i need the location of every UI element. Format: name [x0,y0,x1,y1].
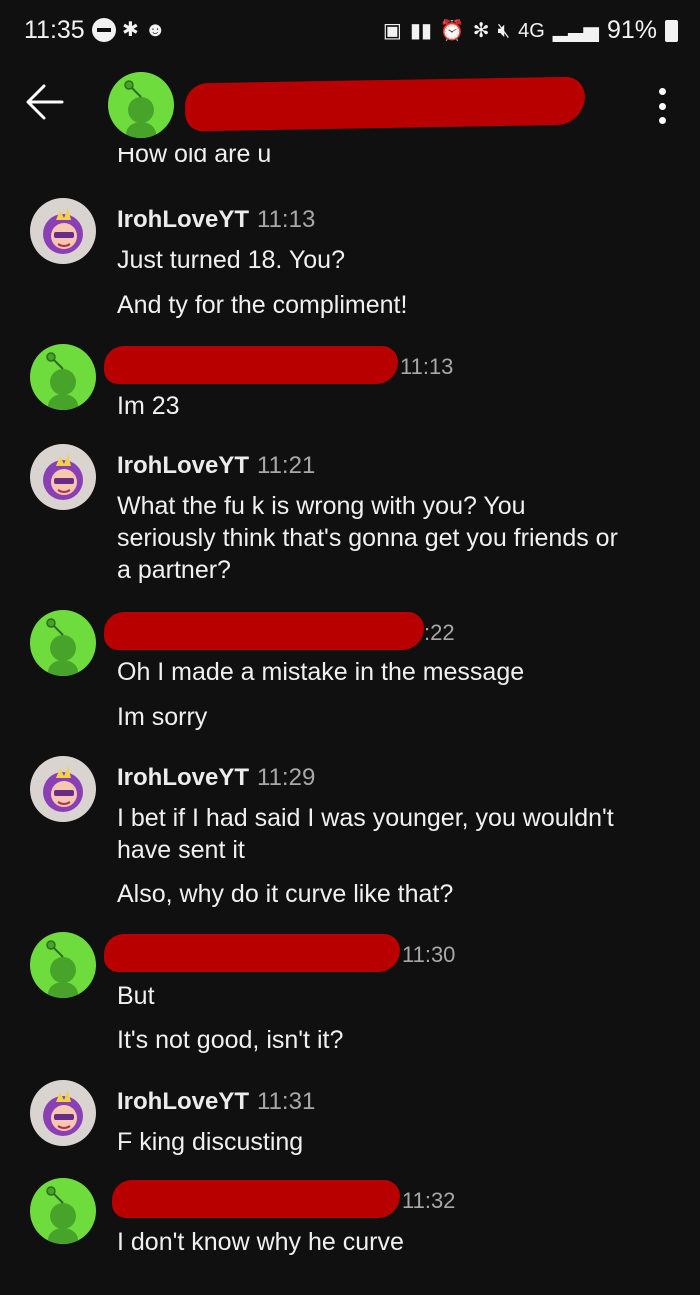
message-time: 11:21 [257,452,316,479]
more-menu-button[interactable] [656,88,668,124]
snoo-avatar-icon [46,618,78,676]
message-time: :22 [424,620,455,645]
irohloveyt-avatar[interactable] [30,444,96,510]
message-text: What the fu k is wrong with you? You [117,492,526,520]
redacted-user-avatar[interactable] [30,344,96,410]
do-not-disturb-icon [92,18,116,42]
message-meta: IrohLoveYT 11:31 [117,1088,315,1116]
redacted-username [104,934,400,972]
status-time: 11:35 [24,16,85,44]
message-text: It's not good, isn't it? [117,1026,344,1054]
chat-header [0,62,700,148]
redacted-user-avatar[interactable] [30,610,96,676]
message-time: 11:13 [400,354,454,379]
message-text: But [117,982,155,1010]
message-time: 11:32 [402,1188,456,1213]
message-text: I bet if I had said I was younger, you w… [117,804,614,832]
message-time: 11:13 [257,206,316,233]
message-text: have sent it [117,836,245,864]
notification-icons: ✱ ☻ [92,18,166,42]
message-time: 11:30 [402,942,456,967]
battery-icon [665,19,678,42]
sim-icon: ▣ [382,19,402,42]
anime-avatar-icon [43,208,83,254]
irohloveyt-avatar[interactable] [30,1080,96,1146]
message-time: 11:29 [257,764,316,791]
system-icons: ▣ ▮▮ ⏰ ✻ 🔇︎ 4G ▂▃▅ 91% [383,16,678,45]
snoo-avatar-icon [46,1186,78,1244]
snoo-avatar-icon [46,940,78,998]
sender-name[interactable]: IrohLoveYT [117,764,249,791]
book-icon: ▮▮ [409,19,432,42]
contact-avatar[interactable] [108,72,174,138]
snoo-avatar-icon [124,80,156,138]
message-list: How old are u IrohLoveYT 11:13 Just turne… [0,148,700,1295]
anime-avatar-icon [43,766,83,812]
message-text: Also, why do it curve like that? [117,880,454,908]
bluetooth-icon: ✻ [472,19,490,42]
message-text: F king discusting [117,1128,304,1156]
message-text: Im 23 [117,392,180,420]
message-text: Oh I made a mistake in the message [117,658,525,686]
message-text: Im sorry [117,703,208,731]
message-meta: IrohLoveYT 11:21 [117,452,315,480]
status-bar: 11:35 ✱ ☻ ▣ ▮▮ ⏰ ✻ 🔇︎ 4G ▂▃▅ 91% [0,0,700,62]
sender-name[interactable]: IrohLoveYT [117,206,249,233]
message-text: Just turned 18. You? [117,246,345,274]
redacted-username [112,1180,400,1218]
irohloveyt-avatar[interactable] [30,756,96,822]
message-meta: IrohLoveYT 11:13 [117,206,315,234]
sender-name[interactable]: IrohLoveYT [117,1088,249,1115]
alarm-icon: ⏰ [439,19,465,42]
redacted-username [104,612,424,650]
network-type: 4G [518,19,545,42]
reddit-notification-icon: ☻ [144,19,166,41]
more-vertical-icon [658,88,666,95]
message-text: a partner? [117,556,231,584]
arrow-left-icon [26,84,64,120]
back-button[interactable] [24,80,68,124]
message-text: seriously think that's gonna get you fri… [117,524,618,552]
sender-name[interactable]: IrohLoveYT [117,452,249,479]
message-text: And ty for the compliment! [117,291,408,319]
redacted-username [104,346,398,384]
signal-icon: ▂▃▅ [552,19,599,42]
redacted-user-avatar[interactable] [30,932,96,998]
message-time: 11:31 [257,1088,316,1115]
mute-icon: 🔇︎ [497,19,511,42]
redacted-username [184,76,586,132]
anime-avatar-icon [43,454,83,500]
anime-avatar-icon [43,1090,83,1136]
notification-app-icon: ✱ [122,19,139,41]
redacted-user-avatar[interactable] [30,1178,96,1244]
snoo-avatar-icon [46,352,78,410]
battery-percent: 91% [606,16,657,44]
message-text: How old are u [117,148,272,168]
irohloveyt-avatar[interactable] [30,198,96,264]
message-text: I don't know why he curve [117,1228,404,1256]
message-meta: IrohLoveYT 11:29 [117,764,315,792]
